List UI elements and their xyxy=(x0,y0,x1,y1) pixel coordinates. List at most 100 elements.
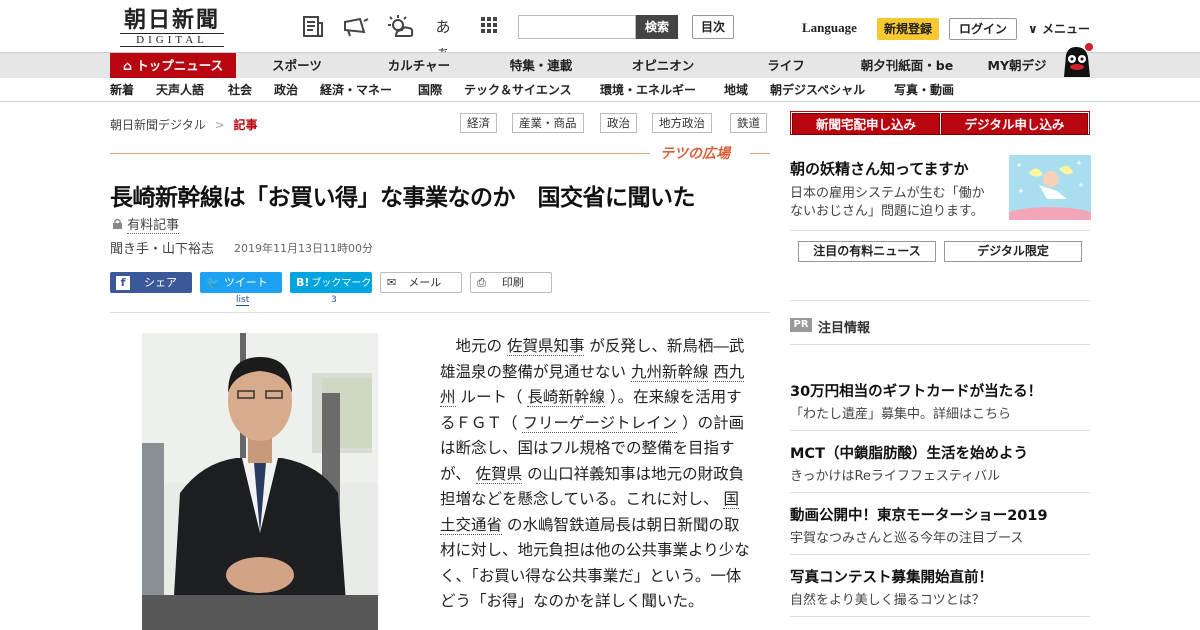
secondary-nav: 新着 天声人語 社会 政治 経済・マネー 国際 テック＆サイエンス 環境・エネル… xyxy=(0,78,1200,102)
keyword-link[interactable]: 長崎新幹線 xyxy=(527,388,605,407)
promo-text-line1: 日本の雇用システムが生む「働か xyxy=(790,186,985,201)
sidebar-divider xyxy=(790,616,1090,617)
tab-paid-news[interactable]: 注目の有料ニュース xyxy=(798,241,936,262)
byline: 聞き手・山下裕志 xyxy=(110,242,215,257)
login-button[interactable]: ログイン xyxy=(949,18,1017,40)
nav-life[interactable]: ライフ xyxy=(746,53,826,79)
keyword-link[interactable]: フリーゲージトレイン xyxy=(522,413,678,433)
logo-main: 朝日新聞 xyxy=(123,7,220,33)
logo-sub: DIGITAL xyxy=(120,33,224,47)
nav-society[interactable]: 社会 xyxy=(228,78,252,102)
site-header: 朝日新聞 DIGITAL あぁ 検索 目次 Language 新規登録 ログイン… xyxy=(0,0,1200,62)
nav-international[interactable]: 国際 xyxy=(418,78,442,102)
nav-region[interactable]: 地域 xyxy=(724,78,748,102)
tab-digital-only[interactable]: デジタル限定 xyxy=(944,241,1082,262)
site-logo[interactable]: 朝日新聞 DIGITAL xyxy=(112,8,232,48)
megaphone-icon[interactable] xyxy=(342,14,369,40)
sidebar-divider xyxy=(790,492,1090,493)
keyword-link[interactable]: 佐賀県知事 xyxy=(506,337,585,356)
breadcrumb-separator: > xyxy=(214,118,225,132)
paid-article-link[interactable]: 有料記事 xyxy=(127,218,180,234)
hatena-icon: B! xyxy=(296,276,310,289)
pr-item-title[interactable]: MCT（中鎖脂肪酸）生活を始めよう xyxy=(790,442,1028,463)
menu-button[interactable]: ∨ メニュー xyxy=(1028,20,1090,37)
article-title: 長崎新幹線は「お買い得」な事業なのか 国交省に聞いた xyxy=(110,185,696,211)
publish-date: 2019年11月13日11時00分 xyxy=(234,242,373,255)
sidebar-divider xyxy=(790,430,1090,431)
twitter-icon: 🐦 xyxy=(206,276,220,289)
tag-industry[interactable]: 産業・商品 xyxy=(512,113,584,133)
nav-environment[interactable]: 環境・エネルギー xyxy=(600,78,696,102)
article-photo[interactable] xyxy=(142,333,378,630)
nav-culture[interactable]: カルチャー xyxy=(372,53,466,79)
search-button[interactable]: 検索 xyxy=(636,15,678,39)
nav-special[interactable]: 朝デジスペシャル xyxy=(770,78,865,102)
keyword-link[interactable]: 九州新幹線 xyxy=(630,362,709,382)
sidebar-divider xyxy=(790,554,1090,555)
body-text: ルート（ xyxy=(455,388,528,406)
pr-item-sub[interactable]: 「わたし遺産」募集中。詳細はこちら xyxy=(790,403,1011,422)
nav-sports[interactable]: スポーツ xyxy=(254,53,340,79)
share-label: ツイート xyxy=(223,276,268,289)
section-logo[interactable]: テツの広場 xyxy=(660,143,730,163)
breadcrumb-home[interactable]: 朝日新聞デジタル xyxy=(110,118,206,132)
hatena-count: 3 xyxy=(331,295,337,305)
search-input[interactable] xyxy=(518,15,636,39)
promo-text-line2: ないおじさん」問題に迫ります。 xyxy=(790,204,984,219)
sidebar-divider xyxy=(790,300,1090,301)
pr-item-sub[interactable]: 自然をより美しく撮るコツとは？ xyxy=(790,589,985,608)
nav-features[interactable]: 特集・連載 xyxy=(494,53,588,79)
share-label: ブックマーク xyxy=(311,278,372,289)
nav-politics[interactable]: 政治 xyxy=(274,78,298,102)
newspaper-icon[interactable] xyxy=(300,14,326,40)
toc-button[interactable]: 目次 xyxy=(692,15,734,39)
pr-item-sub[interactable]: きっかけはReライフフェスティバル xyxy=(790,465,1000,484)
facebook-icon: f xyxy=(116,276,130,290)
nav-label: トップニュース xyxy=(136,58,224,73)
promo-image[interactable] xyxy=(1004,155,1096,227)
mail-share-button[interactable]: ✉ メール xyxy=(380,272,462,293)
facebook-share-button[interactable]: f シェア xyxy=(110,272,192,293)
language-link[interactable]: Language xyxy=(802,20,857,36)
mail-icon: ✉ xyxy=(387,276,397,289)
nav-photo-video[interactable]: 写真・動画 xyxy=(894,78,954,102)
grid-menu-icon[interactable] xyxy=(476,14,502,40)
twitter-count[interactable]: list xyxy=(236,295,250,306)
nav-top-news[interactable]: ⌂ トップニュース xyxy=(110,53,236,79)
tag-economy[interactable]: 経済 xyxy=(460,113,497,133)
home-icon: ⌂ xyxy=(122,58,132,73)
tag-local-politics[interactable]: 地方政治 xyxy=(652,113,712,133)
pr-item-title[interactable]: 動画公開中！東京モーターショー2019 xyxy=(790,504,1048,525)
nav-opinion[interactable]: オピニオン xyxy=(616,53,710,79)
digital-subscribe-button[interactable]: デジタル申し込み xyxy=(941,113,1088,135)
pr-item-title[interactable]: 30万円相当のギフトカードが当たる！ xyxy=(790,380,1042,401)
breadcrumb-current: 記事 xyxy=(233,118,258,132)
mascot-icon xyxy=(1058,43,1094,79)
pr-heading: 注目情報 xyxy=(818,321,871,336)
font-size-icon[interactable]: あぁ xyxy=(430,14,456,62)
share-label: メール xyxy=(408,276,442,289)
primary-nav: ⌂ トップニュース スポーツ カルチャー 特集・連載 オピニオン ライフ 朝夕刊… xyxy=(0,43,1200,79)
sidebar-divider xyxy=(790,344,1090,345)
nav-new[interactable]: 新着 xyxy=(110,78,134,102)
lock-icon xyxy=(112,218,127,233)
tag-politics[interactable]: 政治 xyxy=(600,113,637,133)
tag-railway[interactable]: 鉄道 xyxy=(730,113,767,133)
pr-item-title[interactable]: 写真コンテスト募集開始直前！ xyxy=(790,566,993,587)
newspaper-delivery-button[interactable]: 新聞宅配申し込み xyxy=(792,113,940,135)
twitter-share-button[interactable]: 🐦 ツイート xyxy=(200,272,282,293)
nav-economy[interactable]: 経済・マネー xyxy=(320,78,392,102)
section-divider xyxy=(110,153,650,154)
hatena-bookmark-button[interactable]: B! ブックマーク xyxy=(290,272,372,293)
nav-tensei[interactable]: 天声人語 xyxy=(156,78,204,102)
weather-icon[interactable] xyxy=(386,14,414,40)
keyword-link[interactable]: 佐賀県 xyxy=(475,464,523,484)
nav-tech[interactable]: テック＆サイエンス xyxy=(464,78,572,102)
promo-title[interactable]: 朝の妖精さん知ってますか xyxy=(790,158,969,179)
register-button[interactable]: 新規登録 xyxy=(877,18,939,40)
section-divider xyxy=(750,153,770,154)
print-button[interactable]: ⎙ 印刷 xyxy=(470,272,552,293)
pr-item-sub[interactable]: 宇賀なつみさんと巡る今年の注目ブース xyxy=(790,527,1023,546)
nav-my-asahi[interactable]: MY朝デジ xyxy=(980,53,1054,79)
nav-paper[interactable]: 朝夕刊紙面・be xyxy=(852,53,962,79)
